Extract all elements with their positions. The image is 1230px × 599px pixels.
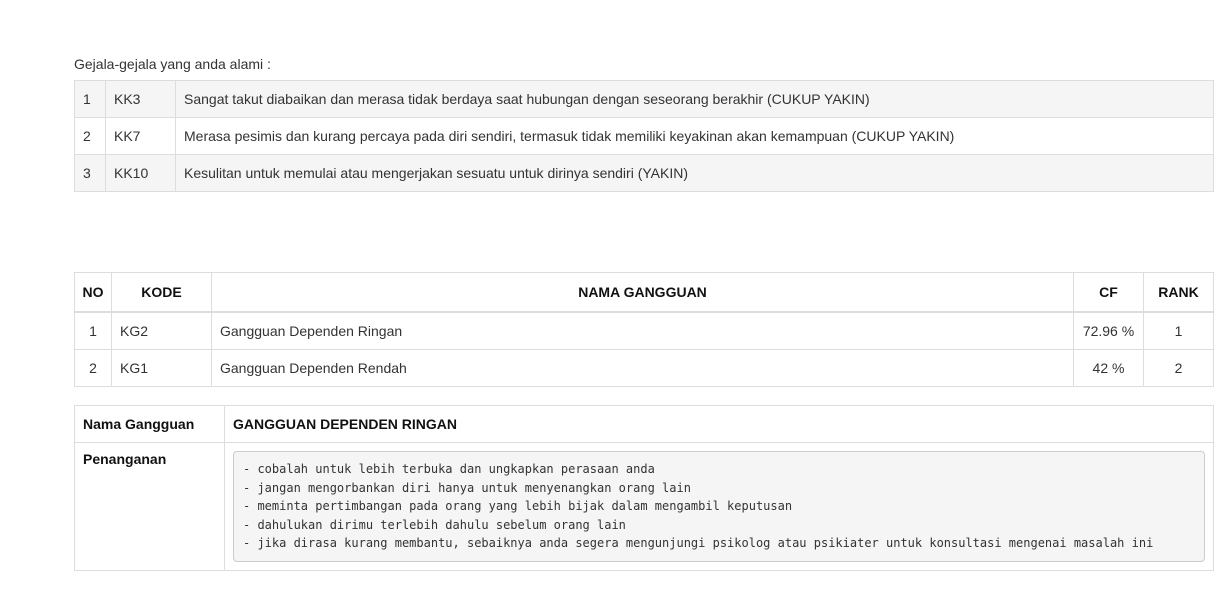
- symptom-no: 1: [74, 80, 106, 118]
- disorder-name-value: GANGGUAN DEPENDEN RINGAN: [224, 405, 1214, 443]
- header-code: KODE: [111, 272, 212, 313]
- result-cf: 72.96 %: [1073, 311, 1144, 350]
- table-row: 2 KK7 Merasa pesimis dan kurang percaya …: [74, 117, 1214, 155]
- symptoms-table: 1 KK3 Sangat takut diabaikan dan merasa …: [74, 80, 1214, 192]
- table-row: 2 KG1 Gangguan Dependen Rendah 42 % 2: [74, 349, 1214, 387]
- diagnosis-results-table: NO KODE NAMA GANGGUAN CF RANK 1 KG2 Gang…: [74, 272, 1214, 387]
- table-header-row: NO KODE NAMA GANGGUAN CF RANK: [74, 272, 1214, 313]
- treatment-cell: - cobalah untuk lebih terbuka dan ungkap…: [224, 442, 1214, 571]
- symptoms-heading: Gejala-gejala yang anda alami :: [74, 56, 271, 72]
- table-row: Penanganan - cobalah untuk lebih terbuka…: [74, 442, 1214, 571]
- table-row: 3 KK10 Kesulitan untuk memulai atau meng…: [74, 154, 1214, 192]
- result-rank: 1: [1143, 311, 1214, 350]
- symptom-code: KK3: [105, 80, 176, 118]
- diagnosis-detail-table: Nama Gangguan GANGGUAN DEPENDEN RINGAN P…: [74, 405, 1214, 571]
- treatment-label: Penanganan: [74, 442, 225, 571]
- header-cf: CF: [1073, 272, 1144, 313]
- result-cf: 42 %: [1073, 349, 1144, 387]
- result-no: 2: [74, 349, 112, 387]
- result-code: KG2: [111, 311, 212, 350]
- symptom-text: Sangat takut diabaikan dan merasa tidak …: [175, 80, 1214, 118]
- table-row: 1 KG2 Gangguan Dependen Ringan 72.96 % 1: [74, 311, 1214, 350]
- result-name: Gangguan Dependen Ringan: [211, 311, 1074, 350]
- header-rank: RANK: [1143, 272, 1214, 313]
- table-row: Nama Gangguan GANGGUAN DEPENDEN RINGAN: [74, 405, 1214, 443]
- header-name: NAMA GANGGUAN: [211, 272, 1074, 313]
- header-no: NO: [74, 272, 112, 313]
- symptom-text: Kesulitan untuk memulai atau mengerjakan…: [175, 154, 1214, 192]
- disorder-name-label: Nama Gangguan: [74, 405, 225, 443]
- result-name: Gangguan Dependen Rendah: [211, 349, 1074, 387]
- symptom-text: Merasa pesimis dan kurang percaya pada d…: [175, 117, 1214, 155]
- result-code: KG1: [111, 349, 212, 387]
- table-row: 1 KK3 Sangat takut diabaikan dan merasa …: [74, 80, 1214, 118]
- symptom-no: 2: [74, 117, 106, 155]
- symptom-code: KK10: [105, 154, 176, 192]
- symptom-no: 3: [74, 154, 106, 192]
- result-no: 1: [74, 311, 112, 350]
- result-rank: 2: [1143, 349, 1214, 387]
- symptom-code: KK7: [105, 117, 176, 155]
- treatment-text: - cobalah untuk lebih terbuka dan ungkap…: [233, 451, 1205, 562]
